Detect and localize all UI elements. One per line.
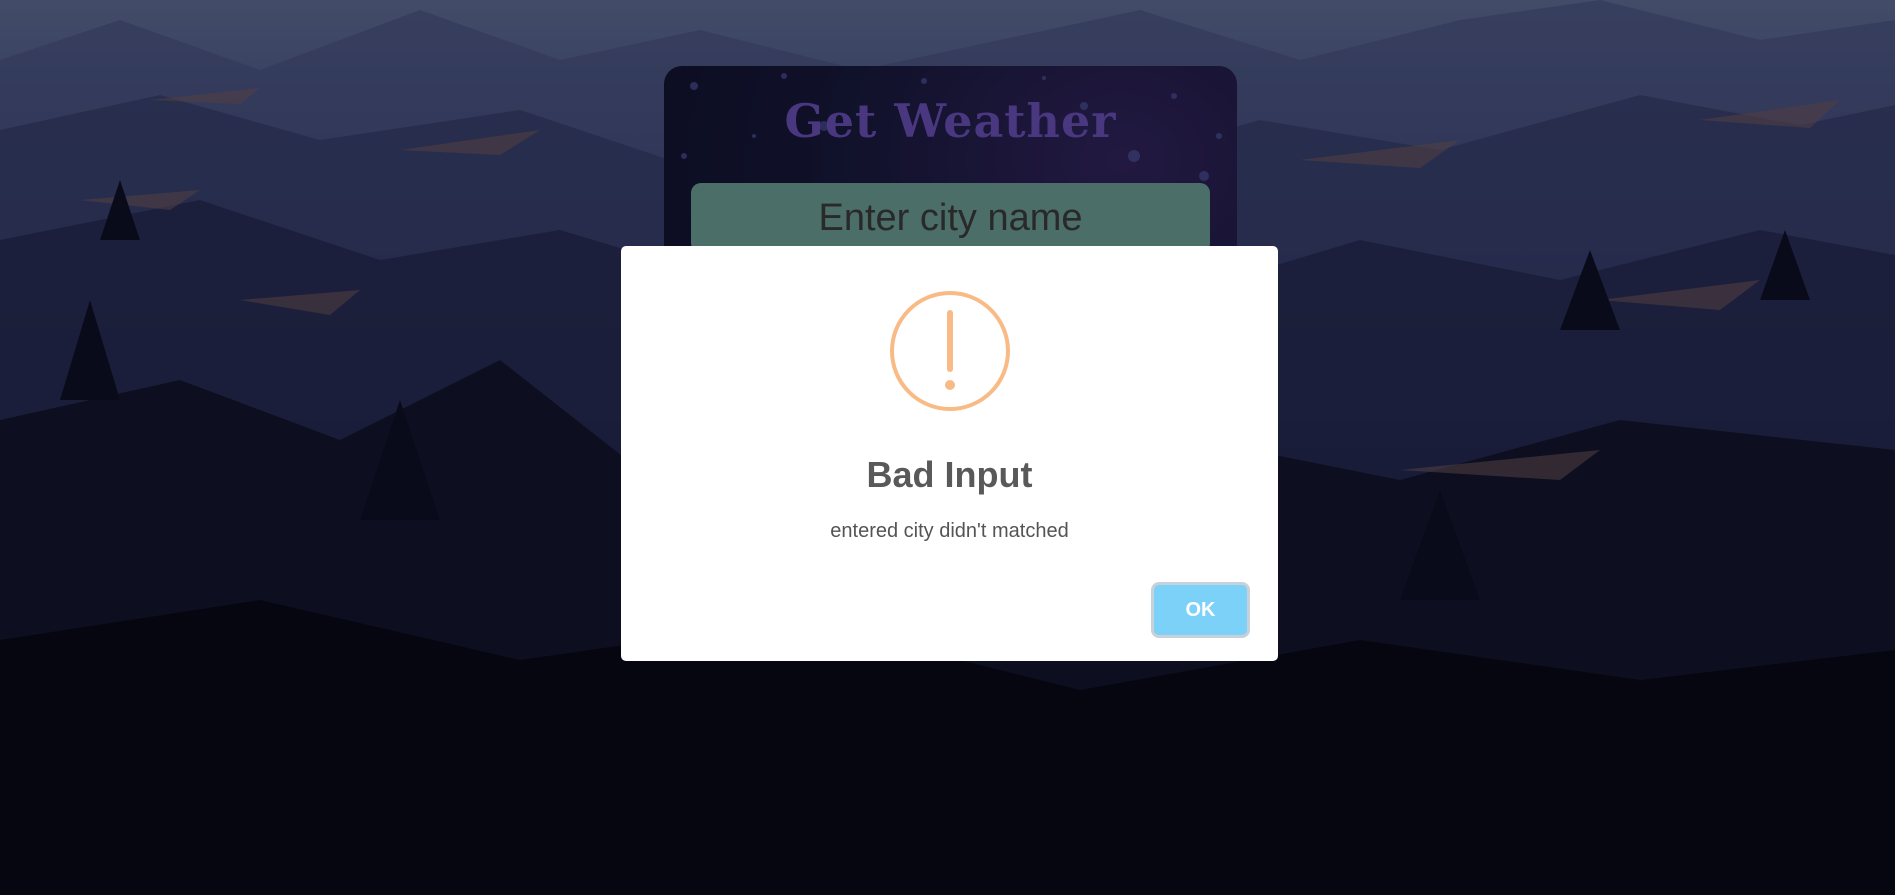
alert-title: Bad Input	[866, 454, 1033, 495]
alert-message: entered city didn't matched	[830, 520, 1069, 542]
app-screen: Get Weather Bad Input entered city didn'…	[0, 0, 1895, 895]
warning-exclamation-icon	[890, 291, 1010, 411]
ok-button[interactable]: OK	[1154, 585, 1247, 635]
alert-dialog: Bad Input entered city didn't matched OK	[621, 246, 1278, 661]
